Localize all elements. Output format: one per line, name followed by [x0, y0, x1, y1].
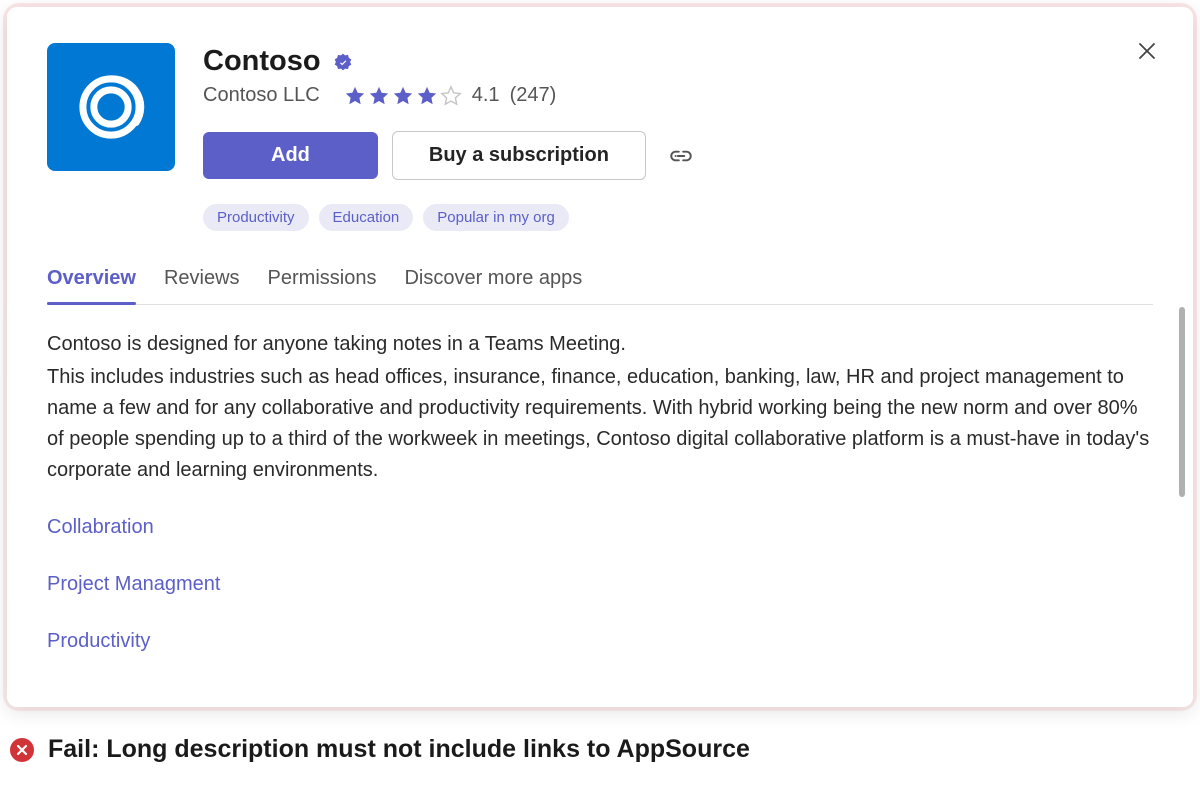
- tags: Productivity Education Popular in my org: [203, 204, 1153, 231]
- description-line-1: Contoso is designed for anyone taking no…: [47, 329, 1153, 360]
- rating-value: 4.1: [472, 84, 500, 107]
- validation-text: Fail: Long description must not include …: [48, 735, 750, 764]
- app-header-info: Contoso Contoso LLC 4.1 (247): [203, 43, 1153, 231]
- star-filled-icon: [392, 85, 414, 107]
- link-icon: [668, 143, 694, 169]
- tab-reviews[interactable]: Reviews: [164, 267, 240, 304]
- close-icon: [1138, 42, 1156, 60]
- content-link[interactable]: Collabration: [47, 512, 1153, 543]
- buy-subscription-button[interactable]: Buy a subscription: [392, 131, 646, 180]
- star-empty-icon: [440, 85, 462, 107]
- rating-count: (247): [510, 84, 557, 107]
- tab-overview[interactable]: Overview: [47, 267, 136, 304]
- star-rating: [344, 85, 462, 107]
- tabs: Overview Reviews Permissions Discover more …: [47, 267, 1153, 305]
- star-filled-icon: [416, 85, 438, 107]
- validation-message: Fail: Long description must not include …: [10, 735, 1190, 764]
- fail-icon: [10, 738, 34, 762]
- star-filled-icon: [344, 85, 366, 107]
- publisher-name: Contoso LLC: [203, 84, 320, 107]
- overview-content: Contoso is designed for anyone taking no…: [47, 329, 1153, 657]
- close-button[interactable]: [1133, 37, 1161, 65]
- scrollbar-thumb[interactable]: [1179, 307, 1185, 497]
- app-details-dialog: Contoso Contoso LLC 4.1 (247): [7, 7, 1193, 707]
- content-link[interactable]: Productivity: [47, 626, 1153, 657]
- tag[interactable]: Education: [319, 204, 414, 231]
- tab-discover-more-apps[interactable]: Discover more apps: [404, 267, 582, 304]
- tag[interactable]: Productivity: [203, 204, 309, 231]
- example-frame: Contoso Contoso LLC 4.1 (247): [3, 3, 1197, 711]
- scrollbar[interactable]: [1179, 307, 1185, 547]
- app-header: Contoso Contoso LLC 4.1 (247): [47, 43, 1153, 231]
- verified-badge-icon: [333, 51, 355, 73]
- app-title: Contoso: [203, 45, 321, 78]
- tab-permissions[interactable]: Permissions: [268, 267, 377, 304]
- content-link[interactable]: Project Managment: [47, 569, 1153, 600]
- tag[interactable]: Popular in my org: [423, 204, 569, 231]
- add-button[interactable]: Add: [203, 132, 378, 179]
- app-logo: [47, 43, 175, 171]
- description-line-2: This includes industries such as head of…: [47, 362, 1153, 486]
- star-filled-icon: [368, 85, 390, 107]
- copy-link-button[interactable]: [668, 143, 694, 169]
- rating: 4.1 (247): [344, 84, 557, 107]
